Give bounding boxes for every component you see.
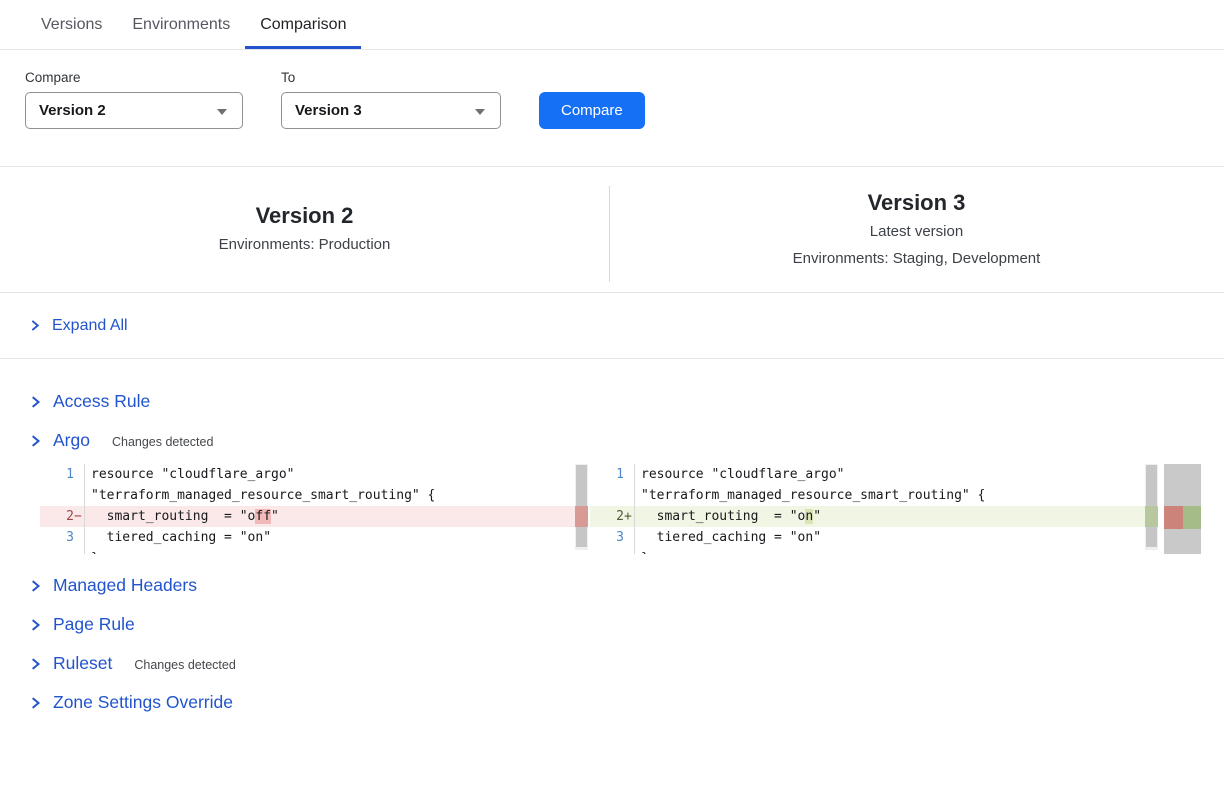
version-headers: Version 2 Environments: Production Versi… <box>0 166 1224 293</box>
section-page-rule[interactable]: Page Rule <box>0 605 1224 644</box>
removed-word-highlight: ff <box>255 509 271 524</box>
chevron-right-icon <box>28 579 42 593</box>
version-right-latest: Latest version <box>870 218 963 245</box>
chevron-right-icon <box>28 618 42 632</box>
compare-label: Compare <box>25 70 243 85</box>
removed-line-marker <box>575 506 588 527</box>
compare-from-value: Version 2 <box>39 102 106 119</box>
section-title: Managed Headers <box>53 575 197 596</box>
added-line-marker <box>1145 506 1158 527</box>
compare-from-select[interactable]: Version 2 <box>25 92 243 129</box>
chevron-down-icon <box>217 109 227 115</box>
version-right-environments: Environments: Staging, Development <box>793 245 1041 272</box>
code-line: } <box>40 548 588 554</box>
expand-all-button[interactable]: Expand All <box>0 293 1224 359</box>
chevron-right-icon <box>28 319 41 332</box>
tab-comparison[interactable]: Comparison <box>245 0 361 49</box>
code-line: 3 tiered_caching = "on" <box>590 527 1158 548</box>
chevron-right-icon <box>28 657 42 671</box>
section-zone-settings-override[interactable]: Zone Settings Override <box>0 683 1224 722</box>
changes-detected-badge: Changes detected <box>112 435 213 449</box>
changes-detected-badge: Changes detected <box>134 658 235 672</box>
tab-environments[interactable]: Environments <box>117 0 245 49</box>
version-right-header: Version 3 Latest version Environments: S… <box>609 167 1224 292</box>
section-argo[interactable]: Argo Changes detected <box>0 421 1224 460</box>
diff-overview-ruler[interactable] <box>1164 464 1201 554</box>
code-line: 1resource "cloudflare_argo" "terraform_m… <box>40 464 588 506</box>
chevron-right-icon <box>28 434 42 448</box>
section-managed-headers[interactable]: Managed Headers <box>0 566 1224 605</box>
version-left-header: Version 2 Environments: Production <box>0 167 609 292</box>
code-line-removed: 2− smart_routing = "off" <box>40 506 588 527</box>
chevron-right-icon <box>28 696 42 710</box>
compare-to-value: Version 3 <box>295 102 362 119</box>
section-title: Ruleset <box>53 653 112 674</box>
code-line: 3 tiered_caching = "on" <box>40 527 588 548</box>
code-line-added: 2+ smart_routing = "on" <box>590 506 1158 527</box>
code-line: 1resource "cloudflare_argo" "terraform_m… <box>590 464 1158 506</box>
chevron-right-icon <box>28 395 42 409</box>
compare-button[interactable]: Compare <box>539 92 645 129</box>
resource-sections: Access Rule Argo Changes detected 1resou… <box>0 382 1224 722</box>
section-title: Argo <box>53 430 90 451</box>
code-line: } <box>590 548 1158 554</box>
overview-removed-marker <box>1164 506 1183 529</box>
diff-right-scrollbar[interactable] <box>1145 464 1158 550</box>
section-title: Page Rule <box>53 614 135 635</box>
chevron-down-icon <box>475 109 485 115</box>
tab-bar: Versions Environments Comparison <box>0 0 1224 50</box>
tab-versions[interactable]: Versions <box>26 0 117 49</box>
to-label: To <box>281 70 501 85</box>
expand-all-label: Expand All <box>52 317 128 335</box>
diff-left-scrollbar[interactable] <box>575 464 588 550</box>
argo-diff-viewer: 1resource "cloudflare_argo" "terraform_m… <box>40 464 1224 554</box>
section-title: Zone Settings Override <box>53 692 233 713</box>
header-divider <box>609 186 610 282</box>
diff-left-pane: 1resource "cloudflare_argo" "terraform_m… <box>40 464 588 554</box>
section-ruleset[interactable]: Ruleset Changes detected <box>0 644 1224 683</box>
version-right-title: Version 3 <box>868 188 966 218</box>
overview-added-marker <box>1183 506 1202 529</box>
version-left-title: Version 2 <box>256 201 354 231</box>
section-title: Access Rule <box>53 391 150 412</box>
section-access-rule[interactable]: Access Rule <box>0 382 1224 421</box>
version-left-environments: Environments: Production <box>219 231 391 258</box>
compare-to-select[interactable]: Version 3 <box>281 92 501 129</box>
compare-controls: Compare Version 2 To Version 3 Compare <box>0 50 1224 129</box>
diff-right-pane: 1resource "cloudflare_argo" "terraform_m… <box>590 464 1158 554</box>
